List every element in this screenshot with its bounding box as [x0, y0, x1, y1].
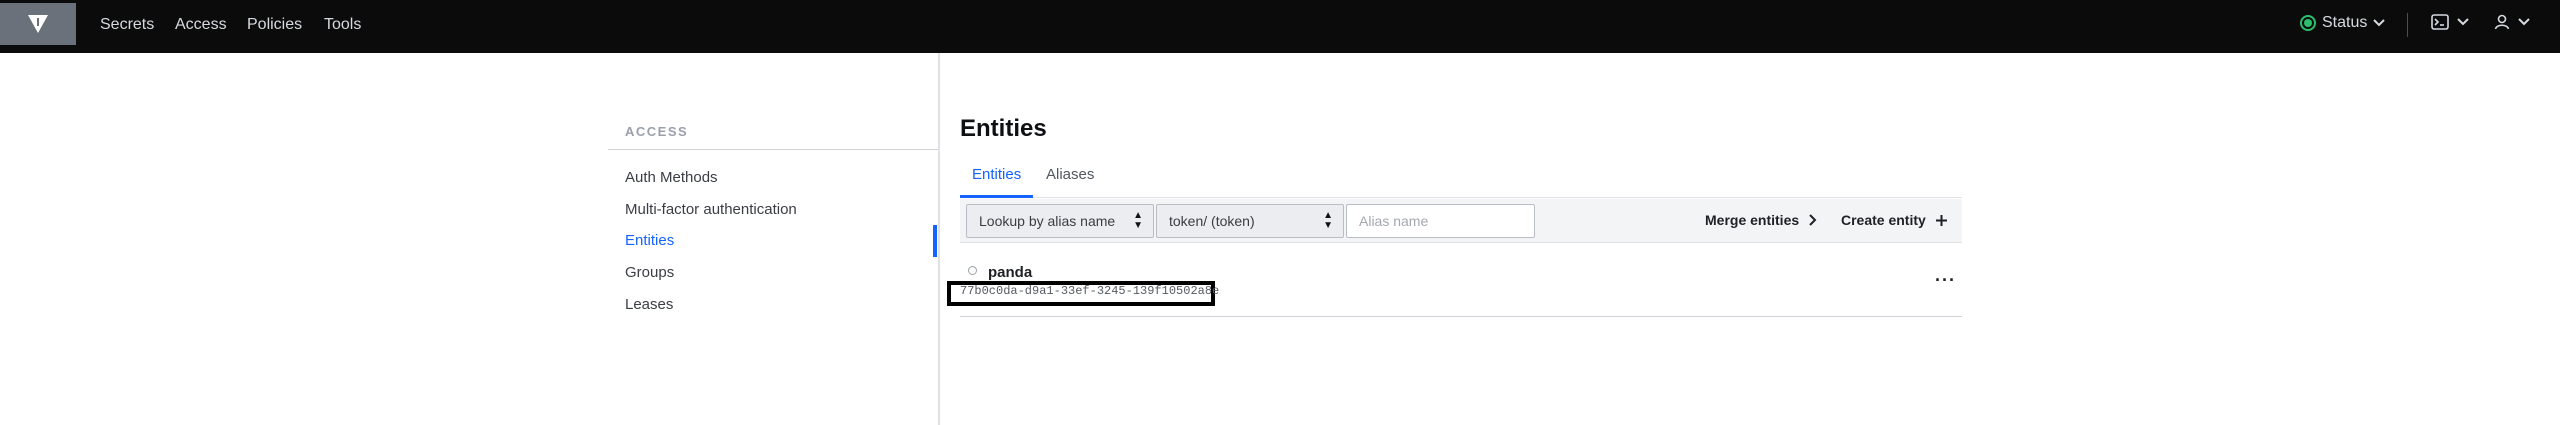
tab-aliases[interactable]: Aliases — [1046, 166, 1094, 183]
sidebar-heading-rule — [608, 149, 938, 150]
mount-value: token/ (token) — [1169, 213, 1255, 229]
create-entity-label: Create entity — [1841, 212, 1926, 228]
sidebar-item-leases[interactable]: Leases — [625, 296, 673, 313]
chevron-down-icon — [2457, 18, 2469, 26]
sidebar-item-entities[interactable]: Entities — [625, 232, 674, 249]
nav-link-tools[interactable]: Tools — [324, 16, 361, 34]
user-menu[interactable] — [2494, 14, 2530, 30]
sidebar-item-groups[interactable]: Groups — [625, 264, 674, 281]
more-actions-icon[interactable]: ··· — [1935, 270, 1956, 291]
chevron-down-icon — [2373, 19, 2386, 27]
nav-link-policies[interactable]: Policies — [247, 16, 302, 34]
sidebar-divider — [938, 53, 940, 425]
entity-name[interactable]: panda — [988, 264, 1032, 281]
select-arrows-icon: ▲ ▼ — [1323, 210, 1333, 231]
sidebar-heading: ACCESS — [625, 124, 689, 139]
nav-link-access[interactable]: Access — [175, 16, 227, 34]
sidebar-item-mfa[interactable]: Multi-factor authentication — [625, 201, 797, 218]
page-title: Entities — [960, 115, 1047, 142]
status-label: Status — [2322, 14, 2368, 31]
sidebar-item-auth-methods[interactable]: Auth Methods — [625, 169, 718, 186]
console-menu[interactable] — [2431, 14, 2469, 30]
entity-user-icon — [968, 266, 977, 275]
tab-entities[interactable]: Entities — [972, 166, 1021, 183]
tabs-divider — [960, 197, 1962, 198]
lookup-type-select[interactable]: Lookup by alias name ▲ ▼ — [966, 204, 1154, 238]
chevron-down-icon — [2518, 18, 2530, 26]
lookup-type-value: Lookup by alias name — [979, 213, 1116, 229]
list-divider — [960, 316, 1962, 317]
entity-id: 77b0c0da-d9a1-33ef-3245-139f10502a8e — [960, 284, 1220, 298]
select-arrows-icon: ▲ ▼ — [1133, 210, 1143, 231]
nav-divider — [2407, 13, 2408, 37]
status-menu[interactable]: Status — [2300, 14, 2386, 32]
plus-icon — [1935, 214, 1947, 226]
alias-name-input[interactable] — [1346, 204, 1535, 238]
mount-select[interactable]: token/ (token) ▲ ▼ — [1156, 204, 1344, 238]
vault-logo-icon[interactable] — [0, 3, 76, 45]
create-entity-button[interactable]: Create entity — [1841, 212, 1947, 228]
status-ok-icon — [2300, 15, 2316, 31]
user-icon — [2494, 14, 2510, 30]
top-nav: Secrets Access Policies Tools Status — [0, 0, 2560, 53]
merge-entities-button[interactable]: Merge entities — [1705, 212, 1817, 228]
console-icon — [2431, 14, 2449, 30]
nav-link-secrets[interactable]: Secrets — [100, 16, 154, 34]
chevron-right-icon — [1809, 214, 1817, 226]
active-tab-indicator — [960, 195, 1033, 198]
sidebar-active-indicator — [933, 225, 937, 257]
merge-entities-label: Merge entities — [1705, 212, 1800, 228]
